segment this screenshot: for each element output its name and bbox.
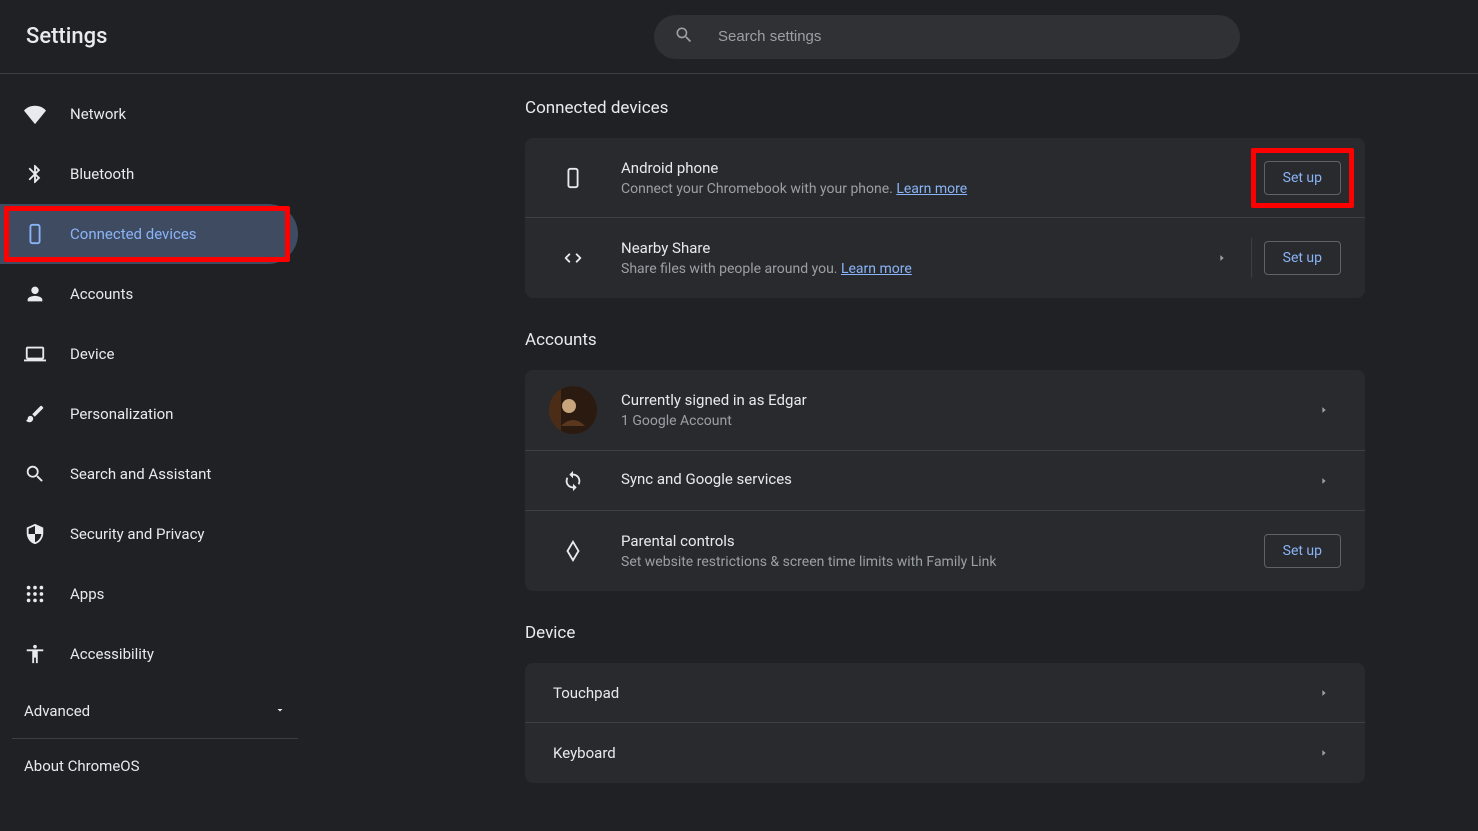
- about-chromeos[interactable]: About ChromeOS: [0, 739, 310, 793]
- android-phone-row: Android phone Connect your Chromebook wi…: [525, 138, 1365, 218]
- person-icon: [24, 283, 46, 305]
- sidebar-item-label: Connected devices: [70, 225, 197, 243]
- brush-icon: [24, 403, 46, 425]
- accessibility-icon: [24, 643, 46, 665]
- set-up-button[interactable]: Set up: [1264, 161, 1341, 195]
- sidebar-item-label: Device: [70, 345, 114, 363]
- advanced-label: Advanced: [24, 702, 90, 720]
- sidebar-item-label: Bluetooth: [70, 165, 134, 183]
- connected-devices-card: Android phone Connect your Chromebook wi…: [525, 138, 1365, 298]
- row-title: Android phone: [621, 159, 1264, 177]
- chevron-right-icon: [1315, 405, 1333, 415]
- search-icon: [24, 463, 46, 485]
- row-title: Sync and Google services: [621, 470, 1307, 488]
- sidebar-item-label: Security and Privacy: [70, 525, 205, 543]
- laptop-icon: [24, 343, 46, 365]
- highlight-box: [1251, 148, 1354, 208]
- sidebar-item-search-assistant[interactable]: Search and Assistant: [0, 444, 298, 504]
- grid-icon: [24, 583, 46, 605]
- sidebar-item-label: Network: [70, 105, 126, 123]
- section-title-device: Device: [525, 623, 1365, 643]
- chevron-down-icon: [274, 702, 286, 720]
- chevron-right-icon: [1315, 476, 1333, 486]
- wifi-icon: [24, 103, 46, 125]
- row-title: Currently signed in as Edgar: [621, 391, 1307, 409]
- row-title: Touchpad: [553, 684, 619, 702]
- page-title: Settings: [26, 24, 107, 49]
- sidebar-item-network[interactable]: Network: [0, 84, 298, 144]
- main-content: Connected devices Android phone Connect …: [310, 74, 1478, 831]
- set-up-button[interactable]: Set up: [1264, 534, 1341, 568]
- search-icon: [674, 25, 694, 49]
- row-subtitle: Connect your Chromebook with your phone.…: [621, 181, 1264, 197]
- sidebar: Network Bluetooth Connected devices Acco…: [0, 74, 310, 831]
- phone-icon: [549, 167, 597, 189]
- avatar: [549, 386, 597, 434]
- row-title: Keyboard: [553, 744, 616, 762]
- sidebar-item-label: Accessibility: [70, 645, 154, 663]
- sidebar-item-label: Apps: [70, 585, 104, 603]
- search-container[interactable]: [654, 15, 1240, 59]
- row-title: Nearby Share: [621, 239, 1205, 257]
- chevron-right-icon: [1315, 748, 1333, 758]
- about-label: About ChromeOS: [24, 757, 140, 775]
- row-subtitle: Set website restrictions & screen time l…: [621, 554, 1264, 570]
- section-title-connected: Connected devices: [525, 98, 1365, 118]
- learn-more-link[interactable]: Learn more: [841, 261, 912, 277]
- sidebar-item-label: Personalization: [70, 405, 173, 423]
- nearby-share-row: Nearby Share Share files with people aro…: [525, 218, 1365, 298]
- divider: [1251, 238, 1252, 278]
- sidebar-item-device[interactable]: Device: [0, 324, 298, 384]
- sync-icon: [549, 470, 597, 492]
- chevron-right-icon: [1315, 688, 1333, 698]
- diamond-icon: [549, 540, 597, 562]
- row-subtitle: 1 Google Account: [621, 413, 1307, 429]
- signed-in-row[interactable]: Currently signed in as Edgar 1 Google Ac…: [525, 370, 1365, 451]
- sidebar-item-connected-devices[interactable]: Connected devices: [0, 204, 298, 264]
- parental-controls-row: Parental controls Set website restrictio…: [525, 511, 1365, 591]
- nearby-share-icon: [549, 247, 597, 269]
- accounts-card: Currently signed in as Edgar 1 Google Ac…: [525, 370, 1365, 591]
- learn-more-link[interactable]: Learn more: [896, 181, 967, 197]
- row-subtitle: Share files with people around you. Lear…: [621, 261, 1205, 277]
- keyboard-row[interactable]: Keyboard: [525, 723, 1365, 783]
- sidebar-item-apps[interactable]: Apps: [0, 564, 298, 624]
- touchpad-row[interactable]: Touchpad: [525, 663, 1365, 723]
- sidebar-item-label: Search and Assistant: [70, 465, 211, 483]
- device-card: Touchpad Keyboard: [525, 663, 1365, 783]
- row-title: Parental controls: [621, 532, 1264, 550]
- shield-icon: [24, 523, 46, 545]
- sidebar-item-label: Accounts: [70, 285, 133, 303]
- sync-row[interactable]: Sync and Google services: [525, 451, 1365, 511]
- search-input[interactable]: [718, 28, 1220, 45]
- advanced-toggle[interactable]: Advanced: [0, 684, 310, 738]
- section-title-accounts: Accounts: [525, 330, 1365, 350]
- sidebar-item-accessibility[interactable]: Accessibility: [0, 624, 298, 684]
- sidebar-item-accounts[interactable]: Accounts: [0, 264, 298, 324]
- sidebar-item-security[interactable]: Security and Privacy: [0, 504, 298, 564]
- bluetooth-icon: [24, 163, 46, 185]
- header: Settings: [0, 0, 1478, 74]
- sidebar-item-bluetooth[interactable]: Bluetooth: [0, 144, 298, 204]
- chevron-right-icon[interactable]: [1213, 253, 1231, 263]
- sidebar-item-personalization[interactable]: Personalization: [0, 384, 298, 444]
- set-up-button[interactable]: Set up: [1264, 241, 1341, 275]
- phone-icon: [24, 223, 46, 245]
